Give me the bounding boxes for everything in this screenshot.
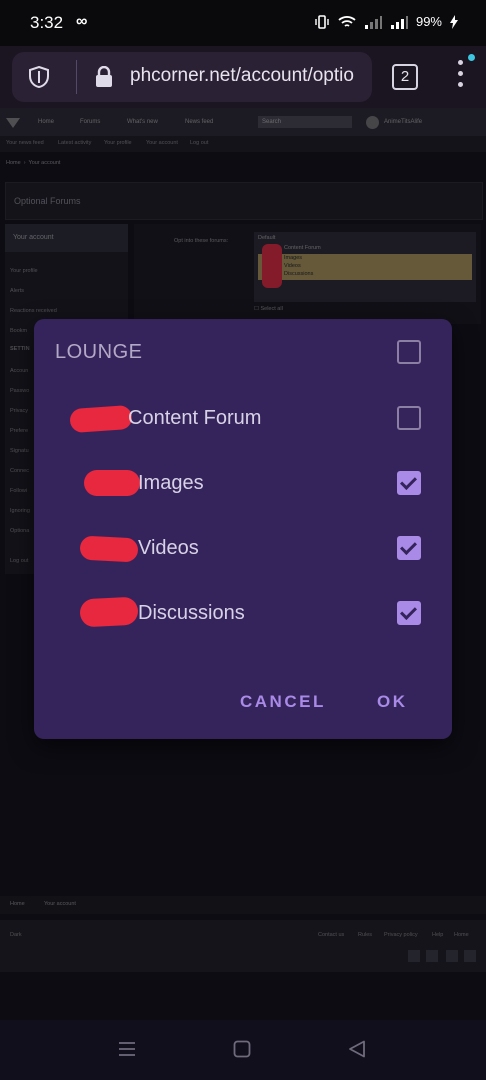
option-checkbox-checked[interactable] — [397, 601, 421, 625]
option-checkbox-checked[interactable] — [397, 471, 421, 495]
multi-select-dialog: LOUNGE Content Forum Images Videos Discu… — [34, 319, 452, 739]
browser-toolbar: phcorner.net/account/optio 2 — [0, 46, 486, 108]
charging-icon — [450, 14, 458, 29]
option-row-content-forum[interactable]: Content Forum — [34, 399, 452, 439]
battery-percent: 99% — [415, 14, 442, 29]
signal-icon-2 — [390, 15, 408, 29]
option-row-discussions[interactable]: Discussions — [34, 594, 452, 634]
shield-icon[interactable] — [28, 66, 50, 88]
url-text[interactable]: phcorner.net/account/optio — [130, 65, 370, 87]
option-label: Discussions — [138, 602, 245, 624]
redaction-mark — [69, 404, 133, 434]
back-icon[interactable] — [348, 1040, 366, 1058]
status-icons: 99% — [314, 14, 458, 29]
signal-icon — [364, 15, 382, 29]
cancel-button[interactable]: CANCEL — [240, 692, 326, 712]
clock: 3:32 — [30, 13, 64, 32]
system-nav-bar — [0, 1020, 486, 1080]
option-checkbox-checked[interactable] — [397, 536, 421, 560]
address-bar[interactable]: phcorner.net/account/optio — [12, 52, 372, 102]
notification-dot — [468, 54, 475, 61]
vibrate-icon — [315, 14, 329, 29]
ok-button[interactable]: OK — [377, 692, 408, 712]
option-checkbox[interactable] — [397, 406, 421, 430]
wifi-icon — [338, 15, 356, 27]
option-label: Images — [138, 472, 204, 494]
recents-icon[interactable] — [118, 1040, 136, 1058]
status-bar: 3:32 ∞ 99% — [0, 0, 486, 46]
infinity-icon: ∞ — [76, 13, 88, 30]
tab-switcher-button[interactable]: 2 — [392, 64, 418, 90]
redaction-mark — [79, 535, 139, 563]
home-icon[interactable] — [233, 1040, 251, 1058]
option-row-videos[interactable]: Videos — [34, 529, 452, 569]
overflow-menu-icon[interactable] — [458, 54, 475, 92]
divider — [76, 60, 77, 94]
option-row-images[interactable]: Images — [34, 464, 452, 504]
option-label: Videos — [138, 537, 199, 559]
dialog-title: LOUNGE — [55, 341, 143, 363]
redaction-mark — [84, 470, 140, 496]
option-label: Content Forum — [128, 407, 262, 429]
redaction-mark — [79, 596, 139, 628]
lock-icon — [96, 66, 112, 87]
title-checkbox[interactable] — [397, 340, 421, 364]
